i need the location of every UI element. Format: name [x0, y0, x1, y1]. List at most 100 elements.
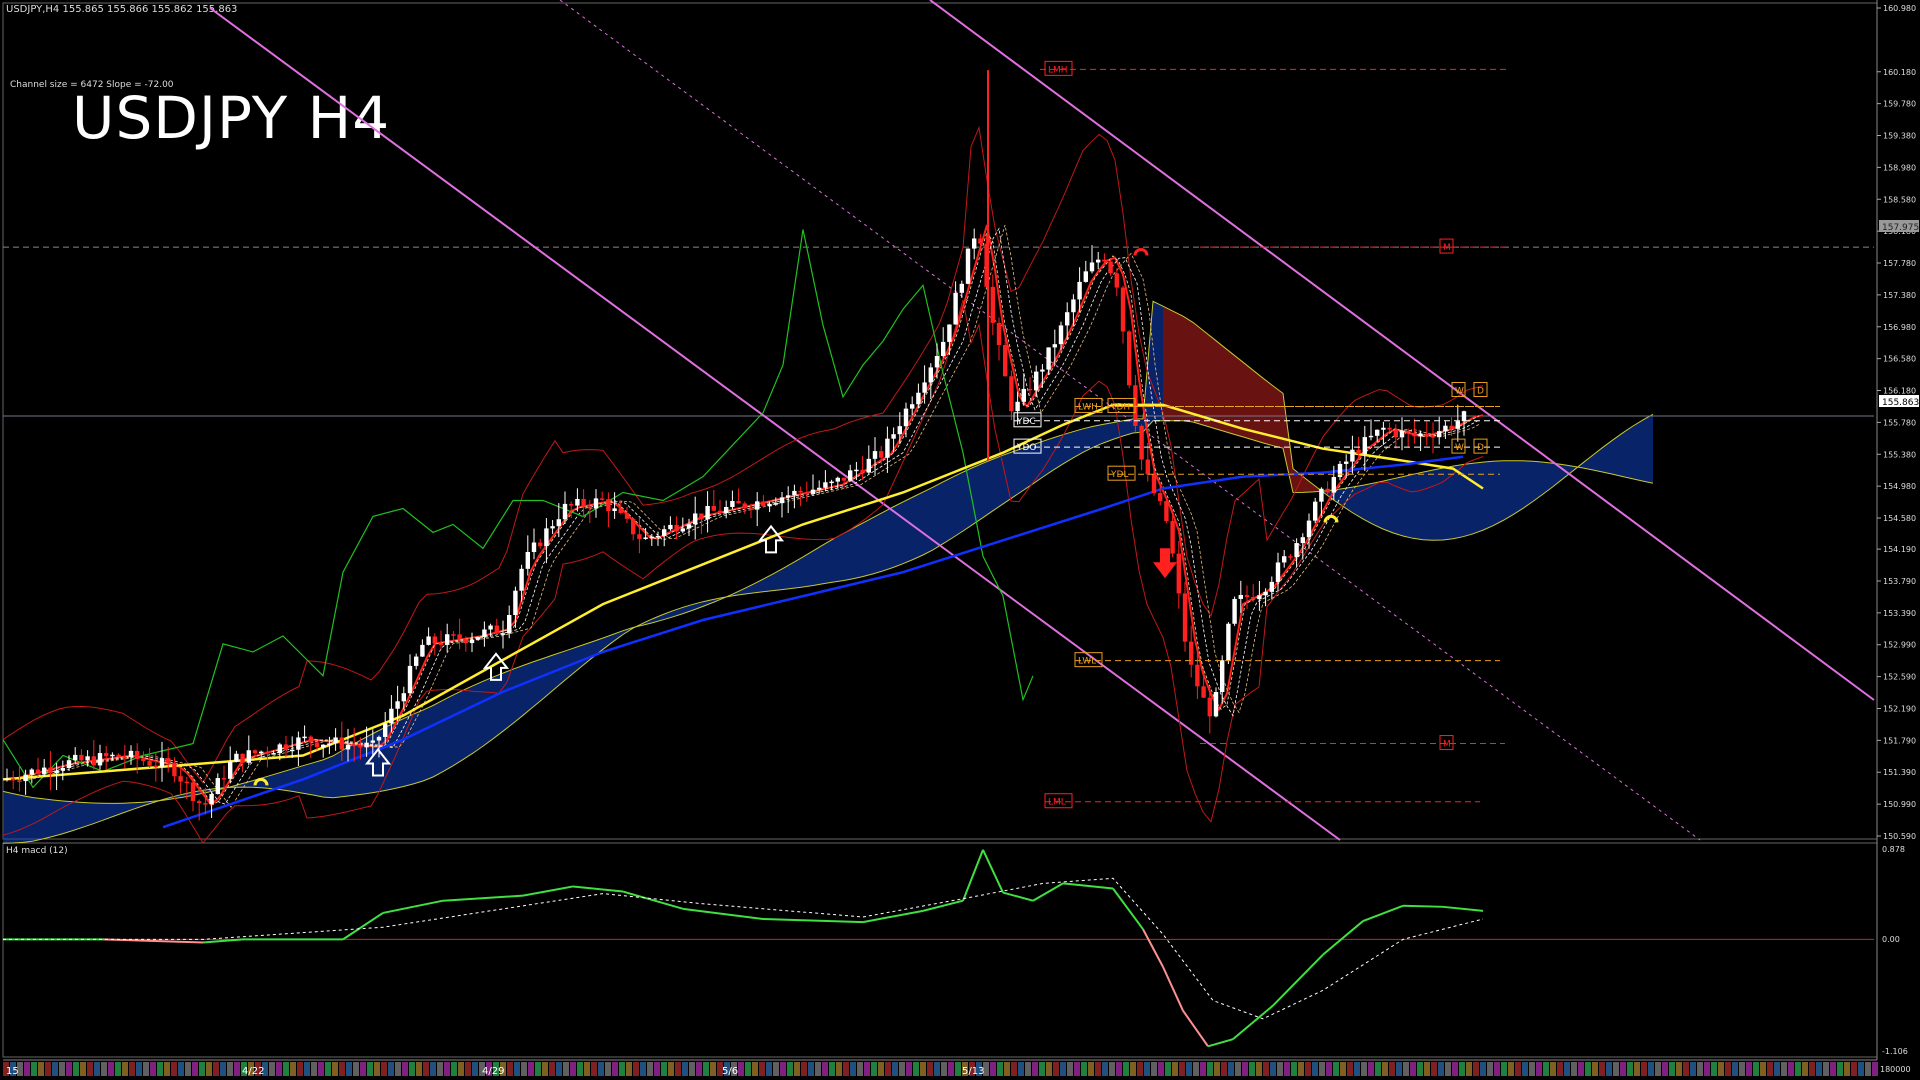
session-cell	[1354, 1062, 1360, 1076]
candle-body	[941, 341, 946, 356]
session-cell	[1599, 1062, 1605, 1076]
session-cell	[1242, 1062, 1248, 1076]
candle-body	[1294, 543, 1299, 558]
candle-body	[494, 625, 499, 634]
candle-body	[116, 754, 121, 757]
candle-body	[4, 778, 10, 780]
candle-body	[159, 758, 165, 767]
candle-body	[680, 528, 685, 532]
session-cell	[1816, 1062, 1822, 1076]
cloud-segment	[783, 562, 793, 590]
candle-body	[172, 762, 177, 777]
session-cell	[1711, 1062, 1717, 1076]
session-cell	[1501, 1062, 1507, 1076]
candle-body	[1145, 459, 1150, 475]
macd-main-segment	[572, 885, 624, 893]
price-tick-label: 156.980	[1883, 323, 1916, 332]
price-tick-label: 155.380	[1883, 450, 1916, 459]
session-cell	[192, 1062, 198, 1076]
level-label: LWH	[1078, 402, 1098, 412]
session-cell	[1704, 1062, 1710, 1076]
session-cell	[199, 1062, 205, 1076]
session-cell	[1837, 1062, 1843, 1076]
chart-overlays	[2, 0, 1875, 844]
session-cell	[73, 1062, 79, 1076]
candle-body	[624, 513, 630, 519]
candle-body	[600, 498, 605, 500]
session-cell	[1249, 1062, 1255, 1076]
session-cell	[318, 1062, 324, 1076]
session-cell	[1347, 1062, 1353, 1076]
candle-body	[866, 458, 871, 473]
candle-body	[1387, 427, 1392, 430]
macd-main-segment	[342, 912, 384, 941]
candle-body	[128, 750, 134, 758]
candle-body	[1437, 431, 1442, 438]
session-cell	[1480, 1062, 1486, 1076]
candle-body	[1034, 371, 1039, 391]
session-cell	[1851, 1062, 1857, 1076]
candle-body	[11, 778, 16, 781]
candle-body	[686, 524, 692, 529]
level-label: LWL	[1078, 657, 1096, 667]
candle-body	[85, 756, 90, 761]
session-cell	[1872, 1062, 1878, 1076]
price-tick-label: 157.380	[1883, 291, 1916, 300]
candle-body	[531, 542, 537, 553]
candle-body	[655, 535, 661, 538]
session-cell	[1578, 1062, 1584, 1076]
candle-body	[786, 495, 791, 498]
cloud-segment	[1003, 451, 1013, 504]
session-cell	[339, 1062, 345, 1076]
price-tick-label: 151.390	[1883, 768, 1916, 777]
session-cell	[465, 1062, 471, 1076]
cloud-segment	[853, 522, 863, 579]
session-cell	[682, 1062, 688, 1076]
candle-body	[1232, 598, 1237, 624]
session-cell	[549, 1062, 555, 1076]
candle-body	[445, 634, 450, 645]
candle-body	[507, 614, 512, 634]
macd-tick-zero: 0.00	[1882, 935, 1900, 944]
candle-body	[928, 367, 933, 383]
cloud-segment	[983, 459, 993, 518]
macd-main-segment	[682, 907, 764, 921]
candle-body	[395, 701, 400, 709]
session-cell	[381, 1062, 387, 1076]
session-cell	[878, 1062, 884, 1076]
session-cell	[1291, 1062, 1297, 1076]
candle-body	[407, 665, 413, 694]
session-cell	[171, 1062, 177, 1076]
session-cell	[1774, 1062, 1780, 1076]
candle-body	[748, 508, 754, 510]
session-cell	[829, 1062, 835, 1076]
cloud-segment	[1233, 354, 1243, 437]
candle-body	[246, 750, 251, 763]
session-cell	[745, 1062, 751, 1076]
candle-body	[153, 765, 158, 768]
candle-body	[965, 248, 971, 284]
session-cell	[556, 1062, 562, 1076]
candle-body	[724, 507, 729, 514]
session-cell	[871, 1062, 877, 1076]
session-cell	[1802, 1062, 1808, 1076]
session-cell	[1830, 1062, 1836, 1076]
price-tick-label: 156.180	[1883, 387, 1916, 396]
candle-body	[742, 503, 747, 509]
session-cell	[1725, 1062, 1731, 1076]
candle-body	[1089, 262, 1095, 272]
price-chart[interactable]: LMHLWH YDHYDCYDOYDLLWLLMLMMW DW D 160.98016…	[0, 0, 1920, 1080]
session-cell	[780, 1062, 786, 1076]
candle-body	[1412, 432, 1417, 437]
candle-body	[228, 761, 233, 779]
candle-body	[283, 744, 289, 751]
macd-panel	[3, 849, 1874, 1048]
level-label: YDC	[1016, 417, 1036, 427]
session-cell	[1025, 1062, 1031, 1076]
candle-body	[550, 526, 555, 529]
candle-body	[500, 633, 506, 635]
cloud-segment	[1203, 330, 1213, 428]
session-cell	[1361, 1062, 1367, 1076]
session-cell	[1389, 1062, 1395, 1076]
session-cell	[696, 1062, 702, 1076]
